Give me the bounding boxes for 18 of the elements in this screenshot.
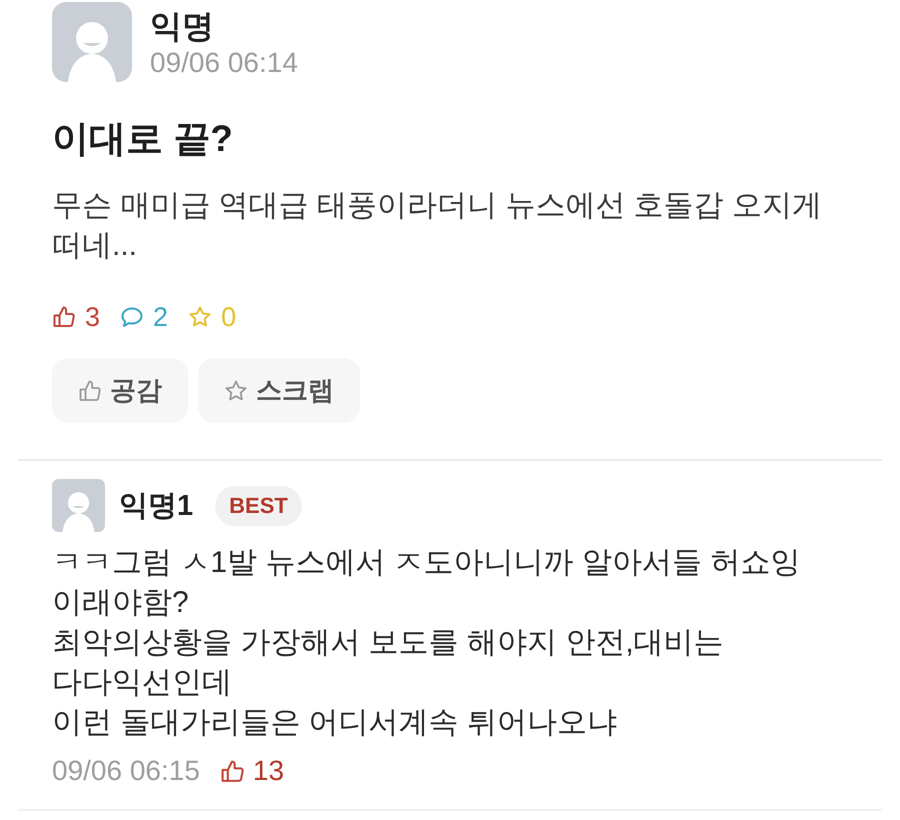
author-name: 익명 — [150, 7, 215, 46]
thumbs-up-icon — [78, 378, 102, 402]
avatar-icon — [52, 479, 105, 532]
stat-count: 3 — [85, 302, 100, 332]
thumbs-up-icon — [220, 758, 245, 784]
comment-text: ㅋㅋ그럼 ㅅ1발 뉴스에서 ㅈ도아니니까 알아서들 허쇼잉 이래야함? 최악의상황을 가장해서 보도를 해야지 안전,대비는 다다익선인데 이런 돌대가리들은 어디서계속 튀어나오냐 — [52, 545, 802, 741]
stat-count: 2 — [153, 302, 168, 332]
post-time: 09/06 06:14 — [150, 46, 298, 80]
scrap-button[interactable]: 스크랩 — [198, 358, 360, 423]
comment-time: 09/06 06:15 — [52, 755, 200, 787]
star-icon — [224, 378, 248, 402]
post-body: 무슨 매미급 역대급 태풍이라더니 뉴스에선 호돌갑 오지게 떠네... — [52, 188, 824, 264]
commenter-name: 익명1 — [119, 488, 194, 524]
like-count: 13 — [252, 755, 284, 787]
like-button[interactable]: 공감 — [52, 358, 188, 423]
best-badge: BEST — [215, 486, 302, 526]
post-title: 이대로 끝? — [52, 117, 234, 161]
stat-count: 0 — [221, 302, 236, 332]
